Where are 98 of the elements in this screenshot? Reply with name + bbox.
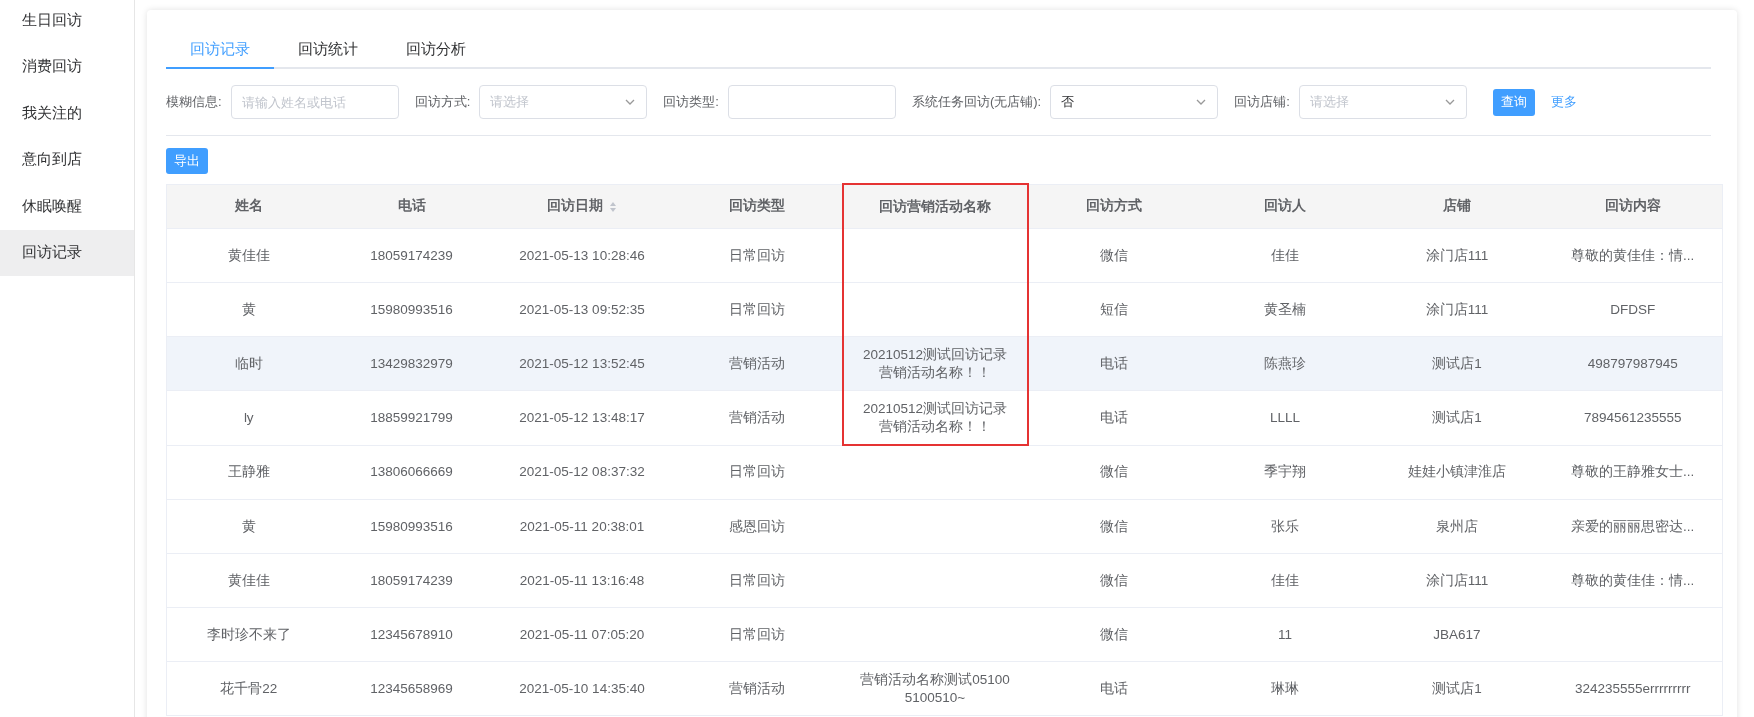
table-cell: 324235555errrrrrrrr (1543, 661, 1723, 716)
table-cell: 短信 (1027, 282, 1200, 337)
table-cell: JBA617 (1370, 607, 1544, 662)
column-header: 回访人 (1199, 184, 1371, 229)
table-cell: 13429832979 (330, 336, 493, 391)
table-cell: 11 (1199, 607, 1371, 662)
table-cell: 15980993516 (330, 499, 493, 554)
table-cell: 日常回访 (671, 445, 843, 500)
table-cell: 涂门店111 (1370, 282, 1544, 337)
table-cell: 尊敬的黄佳佳：情... (1543, 228, 1723, 283)
table-cell: 微信 (1027, 607, 1200, 662)
table-cell: 季宇翔 (1199, 445, 1371, 500)
table-cell: 亲爱的丽丽思密达... (1543, 499, 1723, 554)
filter-label: 系统任务回访(无店铺): (911, 93, 1042, 111)
table-cell: 娃娃小镇津淮店 (1370, 445, 1544, 500)
table-cell: 12345658969 (330, 661, 493, 716)
column-header: 回访方式 (1027, 184, 1200, 229)
table-cell: 12345678910 (330, 607, 493, 662)
table-cell: 感恩回访 (671, 499, 843, 554)
table-cell: 琳琳 (1199, 661, 1371, 716)
column-header: 回访营销活动名称 (842, 184, 1028, 229)
filter-label: 回访店铺: (1234, 93, 1290, 111)
table-cell: 佳佳 (1199, 228, 1371, 283)
table-cell: 15980993516 (330, 282, 493, 337)
tab[interactable]: 回访统计 (274, 33, 382, 69)
filter-label: 模糊信息: (166, 93, 222, 111)
sidebar-item[interactable]: 休眠唤醒 (0, 183, 134, 230)
table-cell: 微信 (1027, 499, 1200, 554)
table-cell: 王静雅 (166, 445, 331, 500)
table-cell: 7894561235555 (1543, 390, 1723, 445)
table-cell: 涂门店111 (1370, 228, 1544, 283)
column-header: 姓名 (166, 184, 331, 229)
table-cell: 日常回访 (671, 553, 843, 608)
table-cell: 日常回访 (671, 228, 843, 283)
table-cell: 2021-05-12 13:52:45 (492, 336, 672, 391)
table-cell: 营销活动名称测试051005100510~ (842, 661, 1028, 716)
table-cell: 2021-05-11 20:38:01 (492, 499, 672, 554)
table-cell: 2021-05-11 13:16:48 (492, 553, 672, 608)
column-header: 回访类型 (671, 184, 843, 229)
table-cell: 18859921799 (330, 390, 493, 445)
tab[interactable]: 回访分析 (382, 33, 490, 69)
sidebar-item[interactable]: 消费回访 (0, 43, 134, 90)
table-cell: 13806066669 (330, 445, 493, 500)
table-cell: 2021-05-12 13:48:17 (492, 390, 672, 445)
table-cell: 营销活动 (671, 661, 843, 716)
table-cell: 2021-05-13 09:52:35 (492, 282, 672, 337)
table-cell: LLLL (1199, 390, 1371, 445)
table-cell: 临时 (166, 336, 331, 391)
table-cell: 测试店1 (1370, 390, 1544, 445)
table-cell: 李时珍不来了 (166, 607, 331, 662)
input-field[interactable]: 请输入姓名或电话 (230, 85, 399, 119)
column-header[interactable]: 回访日期 (492, 184, 672, 229)
table-cell: 电话 (1027, 390, 1200, 445)
table-cell: DFDSF (1543, 282, 1723, 337)
input-field[interactable] (727, 85, 896, 119)
table-cell: 黄圣楠 (1199, 282, 1371, 337)
table-cell: 黄 (166, 499, 331, 554)
sidebar-item[interactable]: 意向到店 (0, 136, 134, 183)
table-cell: 电话 (1027, 661, 1200, 716)
table-cell: 陈燕珍 (1199, 336, 1371, 391)
table-cell: 微信 (1027, 445, 1200, 500)
table-cell: 营销活动 (671, 390, 843, 445)
table-cell: 泉州店 (1370, 499, 1544, 554)
filter-label: 回访方式: (414, 93, 471, 111)
sidebar-item[interactable]: 生日回访 (0, 0, 134, 44)
table-cell: 黄佳佳 (166, 553, 331, 608)
table-cell: 微信 (1027, 553, 1200, 608)
select-field[interactable]: 否 (1050, 85, 1219, 119)
table-cell: 18059174239 (330, 553, 493, 608)
table-cell: 花千骨22 (166, 661, 331, 716)
sort-icon[interactable] (609, 200, 617, 213)
column-header: 店铺 (1370, 184, 1544, 229)
column-header: 电话 (330, 184, 493, 229)
column-header: 回访内容 (1543, 184, 1723, 229)
table-cell: 测试店1 (1370, 661, 1544, 716)
table-cell: 2021-05-12 08:37:32 (492, 445, 672, 500)
table-cell: 张乐 (1199, 499, 1371, 554)
table-cell: 涂门店111 (1370, 553, 1544, 608)
table-cell: 2021-05-13 10:28:46 (492, 228, 672, 283)
table-cell: ly (166, 390, 331, 445)
table-cell: 黄 (166, 282, 331, 337)
table-cell: 2021-05-10 14:35:40 (492, 661, 672, 716)
table-cell: 微信 (1027, 228, 1200, 283)
table-cell: 尊敬的王静雅女士... (1543, 445, 1723, 500)
table-cell: 2021-05-11 07:05:20 (492, 607, 672, 662)
table-cell: 尊敬的黄佳佳：情... (1543, 553, 1723, 608)
table-cell: 黄佳佳 (166, 228, 331, 283)
filter-label: 回访类型: (663, 93, 719, 111)
table-cell: 测试店1 (1370, 336, 1544, 391)
table-cell: 电话 (1027, 336, 1200, 391)
table-cell: 498797987945 (1543, 336, 1723, 391)
sidebar-item[interactable]: 我关注的 (0, 90, 134, 137)
sidebar-item[interactable]: 回访记录 (0, 229, 134, 276)
table-cell: 佳佳 (1199, 553, 1371, 608)
table-cell: 18059174239 (330, 228, 493, 283)
table-cell: 营销活动 (671, 336, 843, 391)
table-cell: 日常回访 (671, 607, 843, 662)
table-cell: 日常回访 (671, 282, 843, 337)
